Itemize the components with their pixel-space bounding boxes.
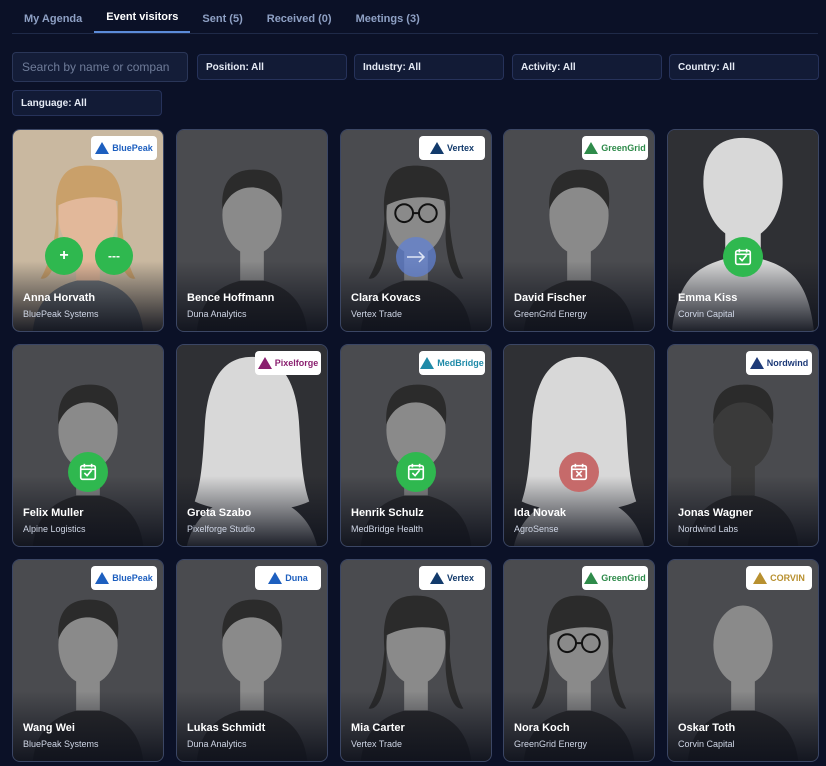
logo-text: Nordwind — [766, 358, 809, 368]
company-logo: Duna — [255, 566, 321, 590]
logo-mark-icon — [268, 572, 283, 584]
visitor-name: Nora Koch — [514, 722, 570, 734]
arrow-right-icon[interactable] — [396, 237, 436, 277]
visitor-card[interactable]: Vertex Clara Kovacs Vertex Trade — [340, 129, 492, 332]
company-logo: MedBridge — [419, 351, 485, 375]
visitor-card[interactable]: Felix Muller Alpine Logistics — [12, 344, 164, 547]
visitor-name: Henrik Schulz — [351, 507, 424, 519]
industry-filter[interactable]: Industry: All — [354, 54, 504, 80]
tab-my-agenda[interactable]: My Agenda — [12, 0, 94, 33]
visitor-card[interactable]: BluePeak Wang Wei BluePeak Systems — [12, 559, 164, 762]
visitor-name: Felix Muller — [23, 507, 84, 519]
tab-bar: My Agenda Event visitors Sent (5) Receiv… — [12, 0, 818, 34]
visitor-card[interactable]: CORVIN Oskar Toth Corvin Capital — [667, 559, 819, 762]
visitor-card[interactable]: Vertex Mia Carter Vertex Trade — [340, 559, 492, 762]
logo-text: Vertex — [446, 143, 475, 153]
visitor-name: Clara Kovacs — [351, 292, 421, 304]
visitor-company: Alpine Logistics — [23, 524, 86, 534]
visitor-company: BluePeak Systems — [23, 309, 99, 319]
position-filter[interactable]: Position: All — [197, 54, 347, 80]
company-logo: Vertex — [419, 566, 485, 590]
visitor-name: Anna Horvath — [23, 292, 96, 304]
visitor-company: GreenGrid Energy — [514, 309, 588, 319]
logo-text: BluePeak — [112, 573, 153, 583]
logo-text: Pixelforge — [274, 358, 319, 368]
logo-text: CORVIN — [770, 573, 805, 583]
visitor-company: MedBridge Health — [351, 524, 424, 534]
more-options-button[interactable]: --- — [95, 237, 133, 275]
company-logo: Pixelforge — [255, 351, 321, 375]
company-logo: BluePeak — [91, 566, 157, 590]
visitor-card[interactable]: GreenGrid Nora Koch GreenGrid Energy — [503, 559, 655, 762]
visitor-name: Mia Carter — [351, 722, 405, 734]
visitor-company: Corvin Capital — [678, 309, 735, 319]
visitor-name: Wang Wei — [23, 722, 75, 734]
tab-sent[interactable]: Sent (5) — [190, 0, 254, 33]
calendar-check-icon[interactable] — [723, 237, 763, 277]
tab-event-visitors[interactable]: Event visitors — [94, 0, 191, 33]
logo-text: MedBridge — [437, 358, 484, 368]
logo-mark-icon — [429, 142, 444, 154]
visitor-card[interactable]: Emma Kiss Corvin Capital — [667, 129, 819, 332]
visitor-company: Duna Analytics — [187, 739, 247, 749]
visitor-name: Oskar Toth — [678, 722, 736, 734]
visitor-name: Bence Hoffmann — [187, 292, 275, 304]
logo-mark-icon — [95, 572, 110, 584]
visitor-card[interactable]: Ida Novak AgroSense — [503, 344, 655, 547]
logo-mark-icon — [749, 357, 764, 369]
logo-mark-icon — [753, 572, 768, 584]
visitor-card[interactable]: Nordwind Jonas Wagner Nordwind Labs — [667, 344, 819, 547]
company-logo: Nordwind — [746, 351, 812, 375]
visitor-company: Duna Analytics — [187, 309, 247, 319]
visitor-company: Vertex Trade — [351, 309, 403, 319]
visitor-company: Vertex Trade — [351, 739, 403, 749]
visitor-card[interactable]: Pixelforge Greta Szabo Pixelforge Studio — [176, 344, 328, 547]
visitor-card[interactable]: Bence Hoffmann Duna Analytics — [176, 129, 328, 332]
company-logo: BluePeak — [91, 136, 157, 160]
visitor-name: David Fischer — [514, 292, 587, 304]
visitor-card[interactable]: MedBridge Henrik Schulz MedBridge Health — [340, 344, 492, 547]
country-filter[interactable]: Country: All — [669, 54, 819, 80]
visitor-company: AgroSense — [514, 524, 559, 534]
logo-text: GreenGrid — [601, 143, 646, 153]
activity-filter[interactable]: Activity: All — [512, 54, 662, 80]
calendar-check-icon[interactable] — [68, 452, 108, 492]
search-input[interactable] — [12, 52, 188, 82]
add-contact-button[interactable]: + — [45, 237, 83, 275]
logo-mark-icon — [95, 142, 110, 154]
visitor-name: Lukas Schmidt — [187, 722, 266, 734]
visitor-card[interactable]: Duna Lukas Schmidt Duna Analytics — [176, 559, 328, 762]
company-logo: GreenGrid — [582, 136, 648, 160]
logo-mark-icon — [429, 572, 444, 584]
visitor-company: Nordwind Labs — [678, 524, 739, 534]
logo-mark-icon — [584, 142, 599, 154]
company-logo: Vertex — [419, 136, 485, 160]
visitor-name: Jonas Wagner — [678, 507, 753, 519]
logo-mark-icon — [420, 357, 435, 369]
calendar-check-icon[interactable] — [396, 452, 436, 492]
tab-meetings[interactable]: Meetings (3) — [344, 0, 432, 33]
logo-text: BluePeak — [112, 143, 153, 153]
visitor-card[interactable]: BluePeak + --- Anna Horvath BluePeak Systems — [12, 129, 164, 332]
company-logo: CORVIN — [746, 566, 812, 590]
visitor-card[interactable]: GreenGrid David Fischer GreenGrid Energy — [503, 129, 655, 332]
visitor-name: Greta Szabo — [187, 507, 252, 519]
visitor-company: Corvin Capital — [678, 739, 735, 749]
logo-text: GreenGrid — [601, 573, 646, 583]
logo-text: Vertex — [446, 573, 475, 583]
company-logo: GreenGrid — [582, 566, 648, 590]
visitor-company: GreenGrid Energy — [514, 739, 588, 749]
tab-received[interactable]: Received (0) — [255, 0, 344, 33]
visitor-company: Pixelforge Studio — [187, 524, 256, 534]
logo-text: Duna — [285, 573, 308, 583]
logo-mark-icon — [257, 357, 272, 369]
logo-mark-icon — [584, 572, 599, 584]
visitor-name: Emma Kiss — [678, 292, 738, 304]
calendar-x-icon[interactable] — [559, 452, 599, 492]
visitor-name: Ida Novak — [514, 507, 566, 519]
visitor-company: BluePeak Systems — [23, 739, 99, 749]
visitor-grid: BluePeak + --- Anna Horvath BluePeak Systems… — [12, 129, 820, 766]
language-filter[interactable]: Language: All — [12, 90, 162, 116]
